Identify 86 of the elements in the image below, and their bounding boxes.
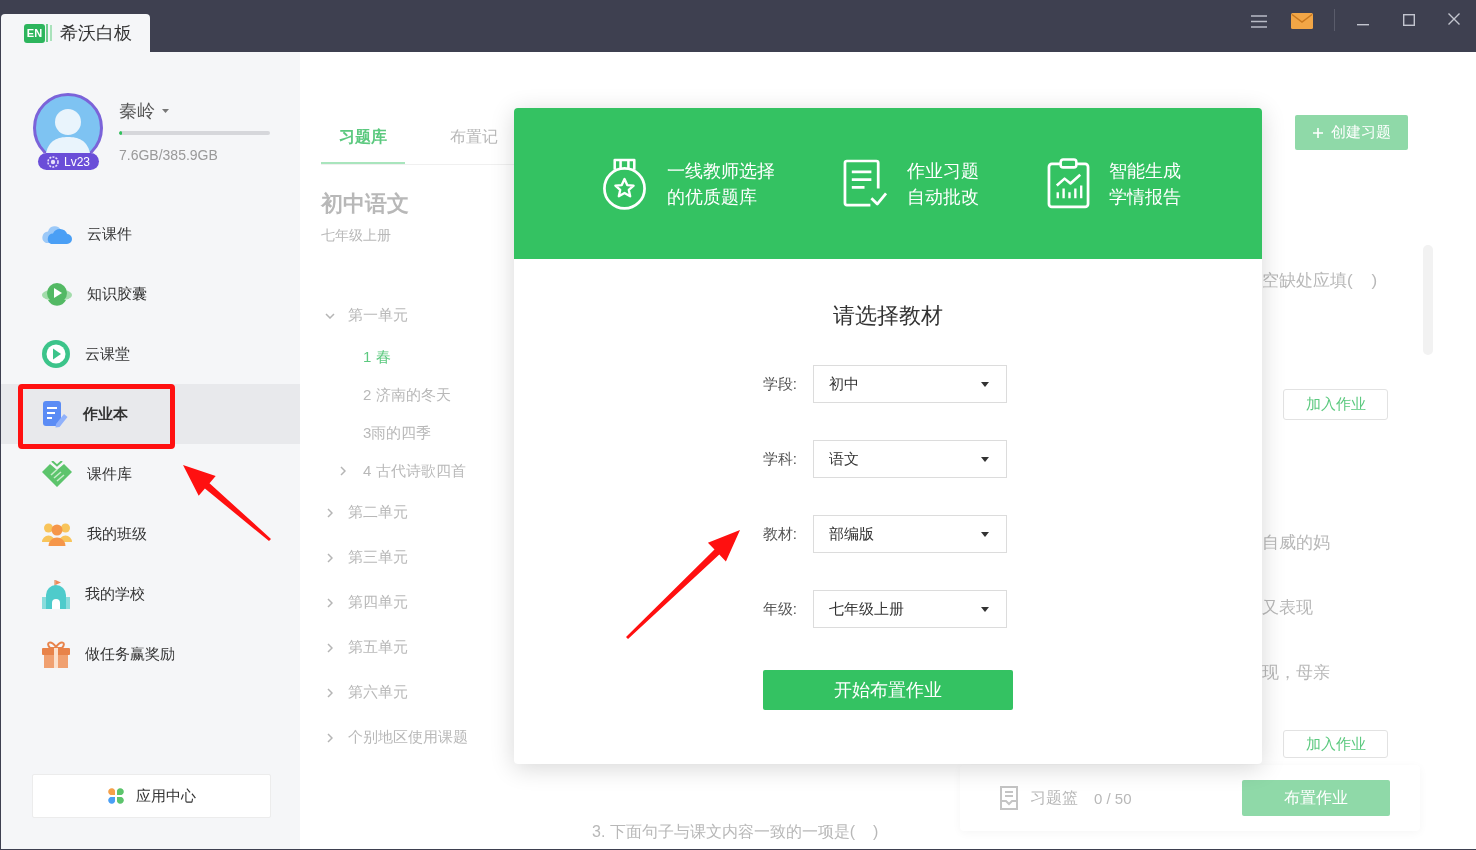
question-text: 现，母亲 <box>1262 662 1330 684</box>
chevron-icon[interactable] <box>340 466 346 476</box>
minimize-icon[interactable] <box>1357 24 1369 26</box>
school-icon <box>42 579 70 609</box>
dropdown-field[interactable]: 语文 <box>813 440 1007 478</box>
close-icon[interactable] <box>1448 13 1460 25</box>
menu-icon[interactable] <box>1251 15 1267 28</box>
field-label: 教材: <box>761 524 797 544</box>
document-tray-icon <box>998 786 1020 810</box>
add-to-homework-button[interactable]: 加入作业 <box>1283 389 1388 420</box>
chevron-icon[interactable] <box>327 642 333 653</box>
nav-item[interactable]: 我的班级 <box>42 519 147 549</box>
start-assigning-button[interactable]: 开始布置作业 <box>763 670 1013 710</box>
chevron-icon[interactable] <box>327 732 333 743</box>
caret-icon <box>981 606 989 612</box>
medal-icon <box>601 157 648 210</box>
chevron-icon[interactable] <box>325 312 335 319</box>
assign-homework-button[interactable]: 布置作业 <box>1242 780 1390 816</box>
question-text: 空缺处应填( ) <box>1262 270 1378 292</box>
app-name: 希沃白板 <box>60 22 132 45</box>
nav-item[interactable]: 我的学校 <box>42 579 145 609</box>
play-planet-icon <box>42 281 72 307</box>
basket-label: 习题篮 <box>1030 787 1078 808</box>
tree-item[interactable]: 第四单元 <box>321 580 515 625</box>
level-text: Lv23 <box>64 154 90 169</box>
nav-item[interactable]: 知识胶囊 <box>42 279 147 309</box>
question-text: 自威的妈 <box>1262 532 1330 554</box>
emblem-icon <box>47 155 59 168</box>
field-label: 学科: <box>761 449 797 469</box>
nav-item[interactable]: 作业本 <box>1 384 300 444</box>
diamond-icon <box>42 461 72 487</box>
user-name-dropdown[interactable]: 秦岭 <box>119 99 169 123</box>
document-check-icon <box>843 159 888 208</box>
field-label: 年级: <box>761 599 797 619</box>
caret-icon <box>981 531 989 537</box>
caret-icon <box>162 109 169 113</box>
dropdown-field[interactable]: 七年级上册 <box>813 590 1007 628</box>
app-center-button[interactable]: 应用中心 <box>32 774 271 818</box>
tree-item[interactable]: 第五单元 <box>321 625 515 670</box>
book-subtitle: 七年级上册 <box>321 226 392 245</box>
question-text: 又表现 <box>1262 597 1313 619</box>
dialog-title: 请选择教材 <box>833 303 943 329</box>
chevron-icon[interactable] <box>327 597 333 608</box>
plus-icon <box>1312 127 1323 138</box>
nav-item[interactable]: 云课件 <box>42 219 132 249</box>
tab[interactable]: 布置记 <box>450 113 498 164</box>
tree-item[interactable]: 1 春 <box>321 338 515 376</box>
tree-item[interactable]: 4 古代诗歌四首 <box>321 452 515 490</box>
play-circle-icon <box>42 340 70 368</box>
nav-item[interactable]: 做任务赢奖励 <box>42 639 175 669</box>
field-label: 学段: <box>761 374 797 394</box>
nav-item[interactable]: 课件库 <box>42 459 132 489</box>
clipboard-chart-icon <box>1047 158 1090 209</box>
caret-icon <box>981 456 989 462</box>
dropdown-field[interactable]: 初中 <box>813 365 1007 403</box>
tab[interactable]: 习题库 <box>321 113 405 164</box>
gift-icon <box>42 640 70 668</box>
chevron-icon[interactable] <box>327 552 333 563</box>
stripes-icon <box>46 24 52 42</box>
people-icon <box>42 522 72 546</box>
storage-usage: 7.6GB/385.9GB <box>119 146 219 165</box>
tree-item[interactable]: 第三单元 <box>321 535 515 580</box>
tree-item[interactable]: 第六单元 <box>321 670 515 715</box>
chevron-icon[interactable] <box>327 507 333 518</box>
feature-text: 智能生成 学情报告 <box>1109 159 1181 209</box>
dropdown-field[interactable]: 部编版 <box>813 515 1007 553</box>
chevron-icon[interactable] <box>327 687 333 698</box>
envelope-icon[interactable] <box>1291 13 1313 29</box>
tree-item[interactable]: 第二单元 <box>321 490 515 535</box>
app-tab[interactable]: EN 希沃白板 <box>1 14 150 52</box>
add-to-homework-button[interactable]: 加入作业 <box>1283 730 1388 758</box>
tree-item[interactable]: 2 济南的冬天 <box>321 376 515 414</box>
document-pencil-icon <box>42 400 68 428</box>
create-exercise-button[interactable]: 创建习题 <box>1295 115 1408 150</box>
maximize-icon[interactable] <box>1403 14 1415 26</box>
tree-item[interactable]: 个别地区使用课题 <box>321 715 515 760</box>
nav-item[interactable]: 云课堂 <box>42 339 130 369</box>
logo-mark: EN <box>24 23 45 43</box>
cloud-icon <box>42 224 72 244</box>
book-title: 初中语文 <box>321 190 410 218</box>
tree-item[interactable]: 3雨的四季 <box>321 414 515 452</box>
feature-text: 一线教师选择 的优质题库 <box>667 159 775 209</box>
app-grid-icon <box>107 787 125 805</box>
caret-icon <box>981 381 989 387</box>
basket-count: 0 / 50 <box>1094 789 1132 807</box>
feature-text: 作业习题 自动批改 <box>907 159 979 209</box>
